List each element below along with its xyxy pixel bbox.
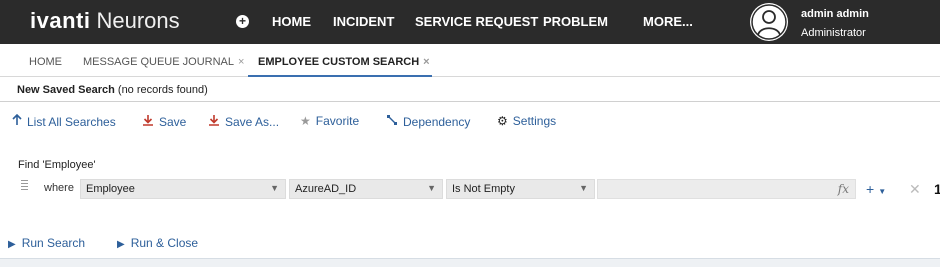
search-name: New Saved Search bbox=[17, 84, 115, 96]
footer-band bbox=[0, 258, 940, 267]
tab-label: EMPLOYEE CUSTOM SEARCH bbox=[258, 56, 420, 68]
run-search-label: Run Search bbox=[21, 236, 86, 250]
object-value: Employee bbox=[86, 183, 135, 195]
list-all-searches-button[interactable]: List All Searches bbox=[12, 113, 116, 129]
drag-handle-icon[interactable] bbox=[21, 180, 28, 192]
settings-button[interactable]: ⚙ Settings bbox=[497, 114, 556, 128]
nav-service-request[interactable]: SERVICE REQUEST bbox=[415, 14, 538, 29]
field-select[interactable]: AzureAD_ID ▼ bbox=[289, 179, 443, 199]
where-label: where bbox=[44, 182, 74, 194]
user-role: Administrator bbox=[801, 27, 866, 39]
star-icon: ★ bbox=[300, 114, 311, 128]
dependency-label: Dependency bbox=[403, 115, 471, 129]
object-select[interactable]: Employee ▼ bbox=[80, 179, 286, 199]
close-icon[interactable]: × bbox=[423, 56, 429, 68]
add-criteria-button[interactable]: + ▼ bbox=[866, 181, 886, 197]
top-nav-bar: ivanti Neurons + HOME INCIDENT SERVICE RE… bbox=[0, 0, 940, 44]
brand-name: ivanti bbox=[30, 8, 91, 33]
operator-value: Is Not Empty bbox=[452, 183, 515, 195]
clipped-text: 1 bbox=[934, 181, 940, 197]
list-all-label: List All Searches bbox=[27, 115, 116, 129]
chevron-down-icon: ▼ bbox=[878, 187, 887, 196]
favorite-label: Favorite bbox=[315, 114, 360, 128]
user-name[interactable]: admin admin bbox=[801, 8, 869, 20]
operator-select[interactable]: Is Not Empty ▼ bbox=[446, 179, 595, 199]
active-tab-indicator bbox=[248, 75, 432, 77]
function-icon[interactable]: fx bbox=[838, 182, 849, 196]
arrow-up-icon bbox=[12, 113, 22, 129]
field-value: AzureAD_ID bbox=[295, 183, 357, 195]
app-logo[interactable]: ivanti Neurons bbox=[30, 8, 180, 34]
dependency-icon bbox=[386, 114, 398, 129]
play-icon: ▶ bbox=[8, 239, 16, 250]
play-icon: ▶ bbox=[117, 239, 125, 250]
criteria-value-input[interactable]: fx bbox=[597, 179, 856, 199]
tab-label: HOME bbox=[29, 56, 62, 68]
save-button[interactable]: Save bbox=[142, 114, 186, 129]
plus-icon: + bbox=[866, 181, 875, 197]
nav-incident[interactable]: INCIDENT bbox=[333, 14, 394, 29]
plus-circle-icon[interactable]: + bbox=[236, 15, 249, 28]
favorite-button[interactable]: ★ Favorite bbox=[300, 114, 359, 128]
remove-criteria-button[interactable]: ✕ bbox=[909, 181, 921, 198]
run-close-button[interactable]: ▶ Run & Close bbox=[117, 236, 198, 250]
search-title-bar: New Saved Search (no records found) bbox=[0, 78, 940, 102]
workspace-tabs: HOME MESSAGE QUEUE JOURNAL × EMPLOYEE CUS… bbox=[0, 44, 940, 77]
user-avatar-icon[interactable] bbox=[750, 3, 788, 41]
nav-home[interactable]: HOME bbox=[272, 14, 311, 29]
download-icon bbox=[142, 114, 154, 129]
save-as-button[interactable]: Save As... bbox=[208, 114, 279, 129]
tab-home[interactable]: HOME bbox=[29, 56, 62, 68]
run-search-button[interactable]: ▶ Run Search bbox=[8, 236, 85, 250]
page-title: New Saved Search (no records found) bbox=[17, 84, 208, 96]
dependency-button[interactable]: Dependency bbox=[386, 114, 470, 129]
tab-message-queue-journal[interactable]: MESSAGE QUEUE JOURNAL × bbox=[83, 56, 244, 68]
chevron-down-icon: ▼ bbox=[579, 183, 588, 193]
product-name: Neurons bbox=[96, 8, 180, 33]
chevron-down-icon: ▼ bbox=[427, 183, 436, 193]
find-label: Find 'Employee' bbox=[18, 159, 96, 171]
nav-more[interactable]: MORE... bbox=[643, 14, 693, 29]
settings-label: Settings bbox=[512, 114, 557, 128]
close-icon[interactable]: × bbox=[238, 56, 244, 68]
nav-problem[interactable]: PROBLEM bbox=[543, 14, 608, 29]
chevron-down-icon: ▼ bbox=[270, 183, 279, 193]
save-as-label: Save As... bbox=[225, 115, 280, 129]
record-status: (no records found) bbox=[117, 84, 208, 96]
gear-icon: ⚙ bbox=[497, 114, 508, 128]
save-label: Save bbox=[159, 115, 187, 129]
search-toolbar: List All Searches Save Save As... ★ Favor… bbox=[0, 103, 940, 139]
run-close-label: Run & Close bbox=[130, 236, 199, 250]
download-icon bbox=[208, 114, 220, 129]
tab-employee-custom-search[interactable]: EMPLOYEE CUSTOM SEARCH × bbox=[258, 56, 430, 68]
tab-label: MESSAGE QUEUE JOURNAL bbox=[83, 56, 234, 68]
